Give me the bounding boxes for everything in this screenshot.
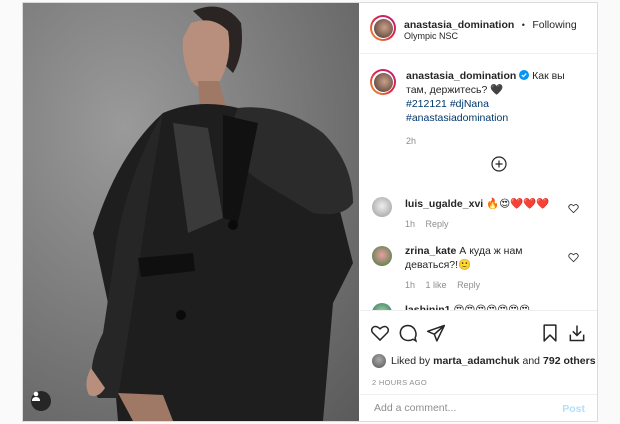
liked-user[interactable]: marta_adamchuk xyxy=(433,355,519,367)
post-header: anastasia_domination • Following Olympic… xyxy=(360,3,597,54)
hashtag-link[interactable]: #anastasiadomination xyxy=(406,112,508,124)
author-username[interactable]: anastasia_domination xyxy=(404,19,514,31)
comment-like-icon[interactable] xyxy=(568,252,579,263)
tagged-people-button[interactable] xyxy=(31,391,51,411)
reply-button[interactable]: Reply xyxy=(457,280,480,290)
verified-badge-icon xyxy=(519,70,530,80)
comment-text: 🔥😍❤️❤️❤️ xyxy=(486,198,550,210)
following-button[interactable]: Following xyxy=(532,19,576,31)
liked-prefix: Liked by xyxy=(391,355,431,367)
person-icon xyxy=(32,391,40,401)
commenter-username[interactable]: luis_ugalde_xvi xyxy=(405,198,483,210)
post-timestamp[interactable]: 2 HOURS AGO xyxy=(372,378,427,387)
photo-illustration xyxy=(86,6,353,421)
commenter-username[interactable]: zrina_kate xyxy=(405,245,456,257)
hashtag-link[interactable]: #djNana xyxy=(450,98,489,110)
reply-button[interactable]: Reply xyxy=(426,219,449,229)
liked-by: Liked by marta_adamchuk and 792 others xyxy=(372,354,596,368)
author-avatar[interactable] xyxy=(370,15,396,41)
like-heart-icon[interactable] xyxy=(370,323,390,343)
caption-time[interactable]: 2h xyxy=(406,134,586,148)
caption-username[interactable]: anastasia_domination xyxy=(406,70,516,82)
caption-avatar[interactable] xyxy=(370,69,396,95)
save-bookmark-icon[interactable] xyxy=(540,323,560,343)
liked-others[interactable]: 792 others xyxy=(543,355,596,367)
commenter-avatar[interactable] xyxy=(372,246,392,266)
download-icon[interactable] xyxy=(567,323,587,343)
post-location[interactable]: Olympic NSC xyxy=(404,31,458,41)
post-comment-button[interactable]: Post xyxy=(562,403,585,415)
comment-like-icon[interactable] xyxy=(568,203,579,214)
liker-avatar[interactable] xyxy=(372,354,386,368)
commenter-avatar[interactable] xyxy=(372,197,392,217)
comment-time[interactable]: 1h xyxy=(405,280,415,290)
post-actions: Liked by marta_adamchuk and 792 others 2… xyxy=(360,310,597,421)
comment-time[interactable]: 1h xyxy=(405,219,415,229)
post-side-panel: anastasia_domination • Following Olympic… xyxy=(360,3,597,421)
caption-emoji: 🖤 xyxy=(490,84,504,96)
comment-input[interactable] xyxy=(372,401,546,415)
instagram-post: anastasia_domination • Following Olympic… xyxy=(22,2,598,422)
comment-likes[interactable]: 1 like xyxy=(426,280,447,290)
liked-and: and xyxy=(522,355,541,367)
load-more-comments-icon[interactable] xyxy=(491,156,507,172)
share-direct-icon[interactable] xyxy=(426,323,446,343)
header-separator: • xyxy=(521,20,525,30)
post-photo[interactable] xyxy=(23,3,359,421)
hashtag-link[interactable]: #212121 xyxy=(406,98,447,110)
comment-bubble-icon[interactable] xyxy=(398,323,418,343)
add-comment-bar: Post xyxy=(360,394,597,422)
